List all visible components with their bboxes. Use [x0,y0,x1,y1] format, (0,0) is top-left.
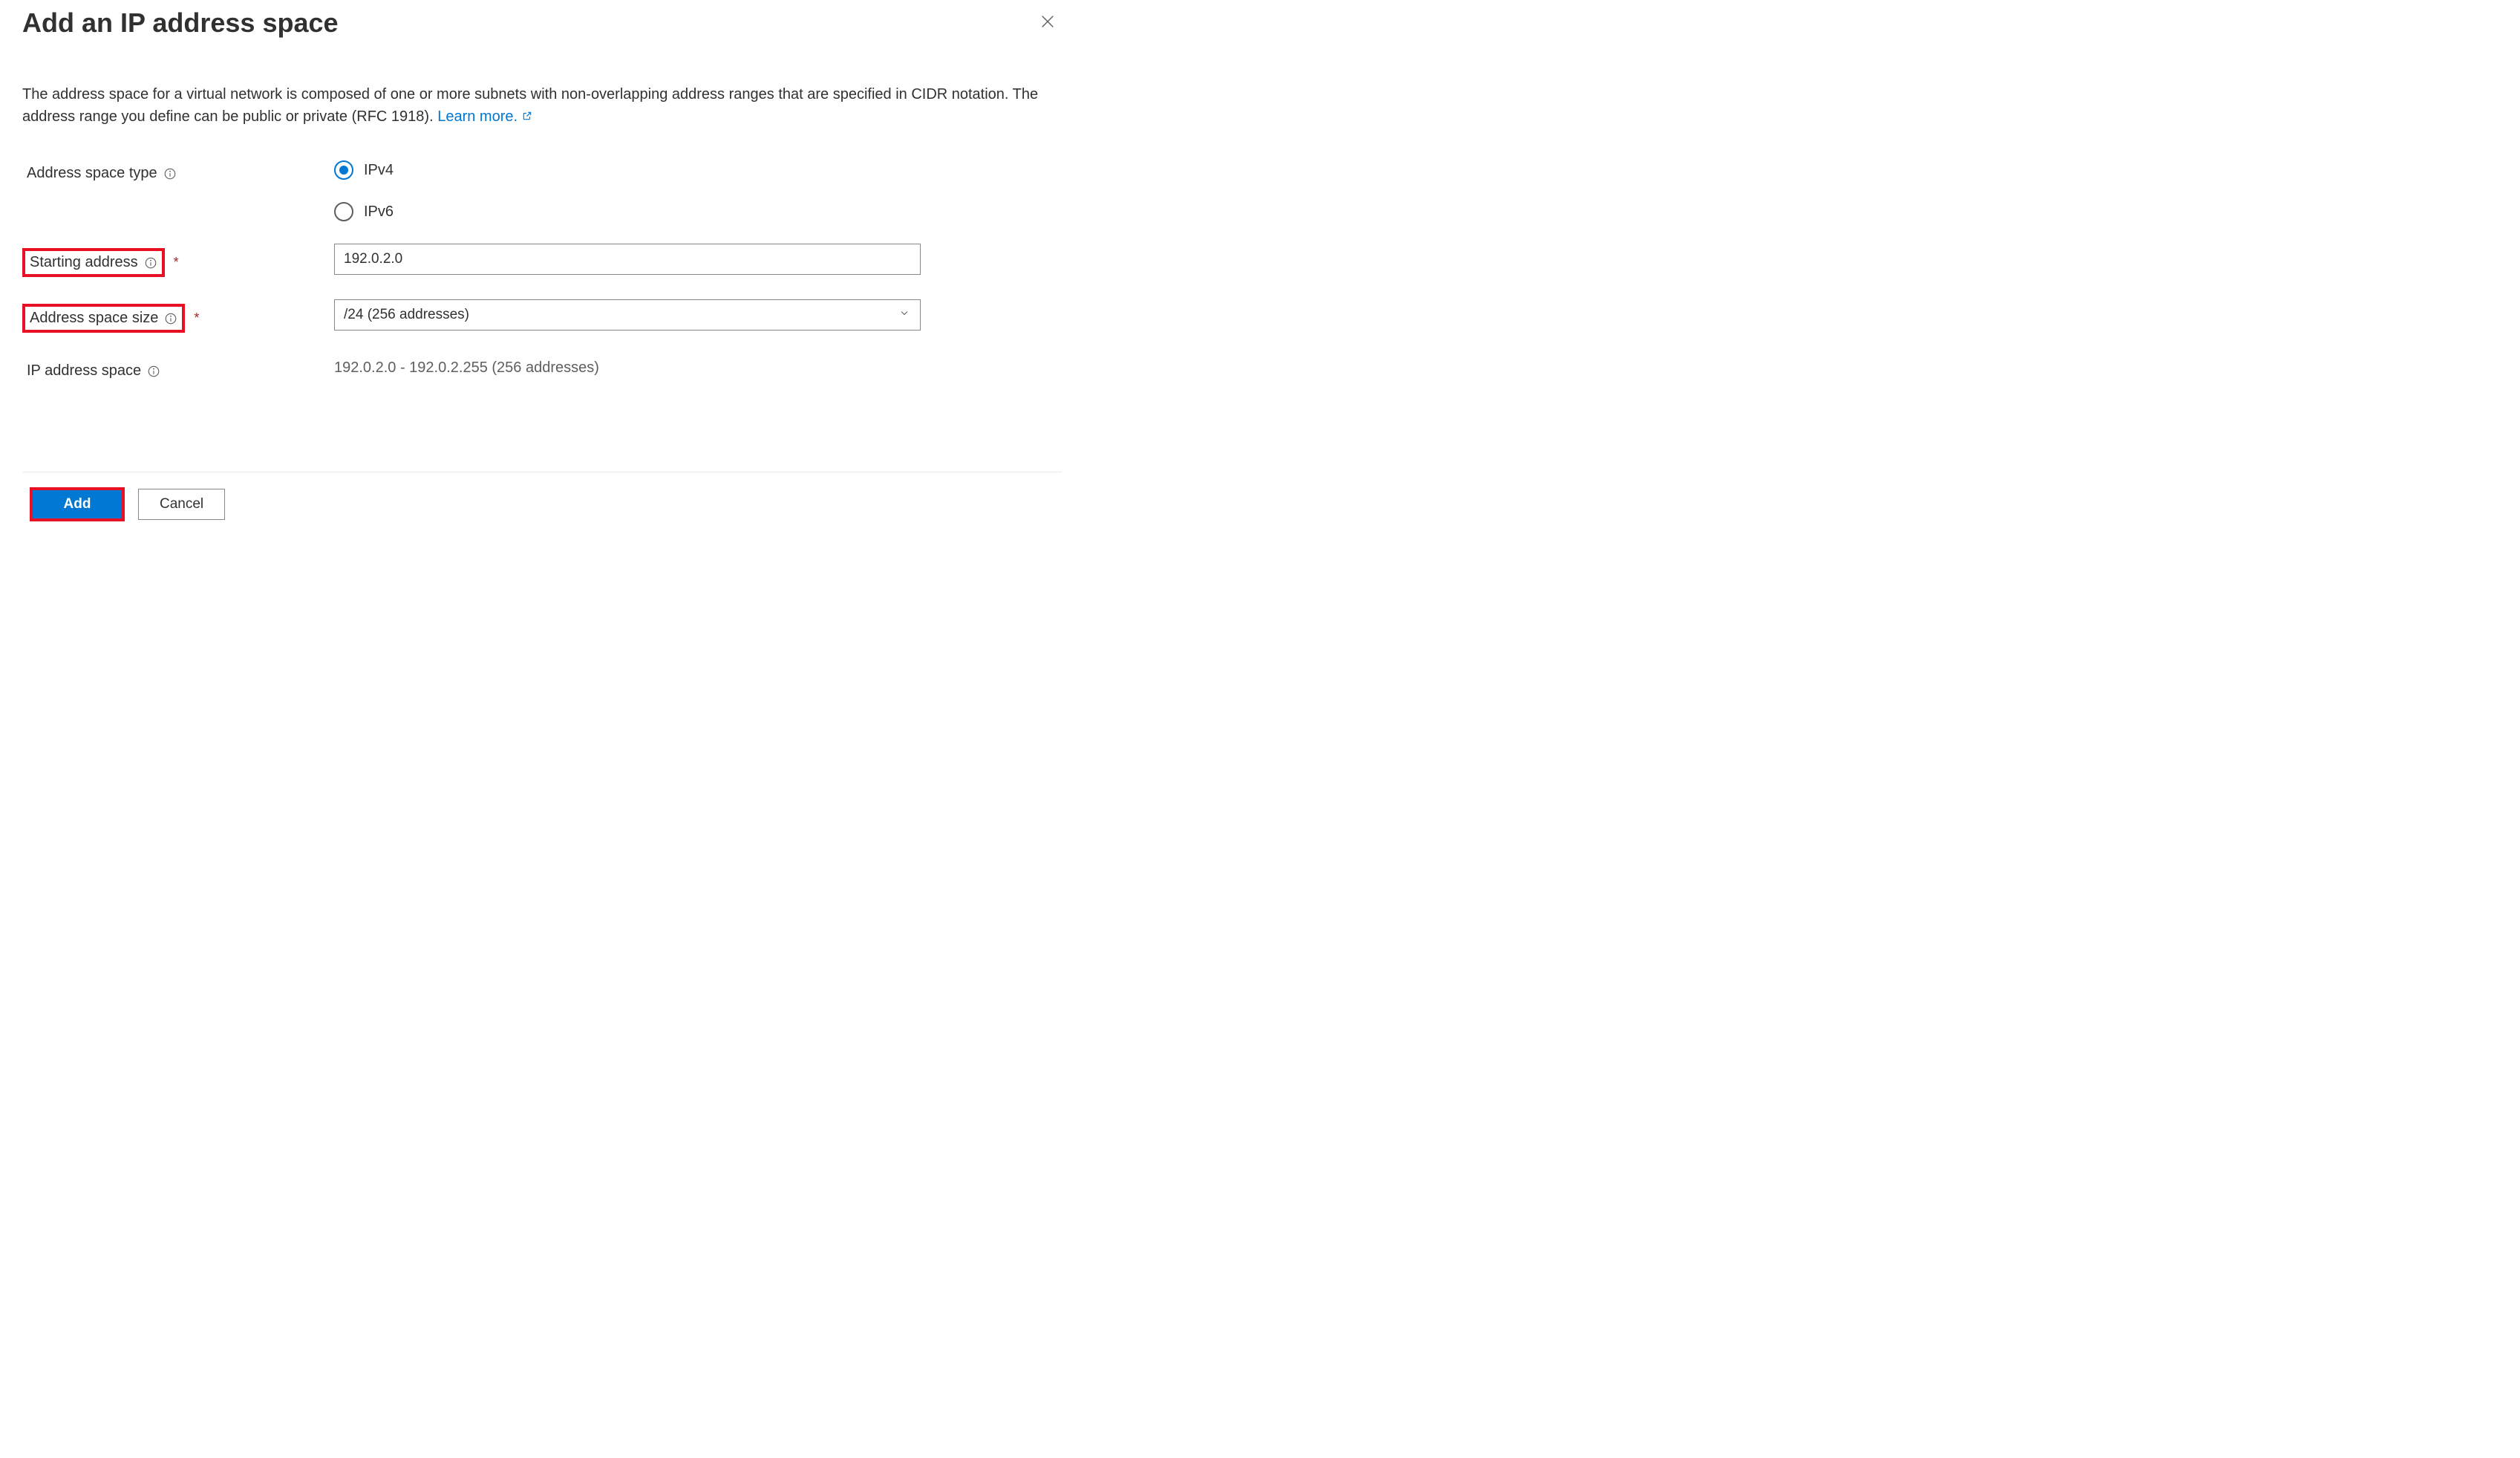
info-icon[interactable] [164,312,177,325]
learn-more-label: Learn more. [437,105,518,128]
row-address-type: Address space type IPv4 IPv6 [22,157,1062,221]
add-button[interactable]: Add [33,490,122,518]
row-ip-space: IP address space 192.0.2.0 - 192.0.2.255… [22,355,1062,383]
external-link-icon [522,105,532,128]
row-starting-address: Starting address * [22,244,1062,277]
learn-more-link[interactable]: Learn more. [437,105,532,128]
radio-icon-checked [334,160,353,180]
label-ip-space: IP address space [22,359,165,383]
label-starting-address-text: Starting address [30,254,138,271]
radio-ipv4[interactable]: IPv4 [334,160,921,180]
radio-ipv6[interactable]: IPv6 [334,202,921,221]
row-space-size: Address space size * /24 (256 addresses) [22,299,1062,333]
label-address-type-text: Address space type [27,165,157,182]
radio-group-address-type: IPv4 IPv6 [334,157,921,221]
description-text: The address space for a virtual network … [22,83,1062,128]
required-indicator: * [174,255,179,270]
label-address-type: Address space type [22,162,181,185]
footer: Add Cancel [22,472,1062,544]
ip-space-value: 192.0.2.0 - 192.0.2.255 (256 addresses) [334,355,921,377]
panel-header: Add an IP address space [22,0,1062,39]
space-size-select[interactable]: /24 (256 addresses) [334,299,921,331]
required-indicator: * [194,310,199,326]
close-icon [1039,13,1056,32]
radio-ipv6-label: IPv6 [364,204,394,221]
label-ip-space-text: IP address space [27,362,141,380]
radio-ipv4-label: IPv4 [364,162,394,179]
starting-address-input[interactable] [334,244,921,275]
panel-title: Add an IP address space [22,7,339,39]
label-space-size-text: Address space size [30,310,158,327]
close-button[interactable] [1034,7,1062,38]
info-icon[interactable] [147,365,160,378]
radio-icon-unchecked [334,202,353,221]
cancel-button[interactable]: Cancel [138,489,225,520]
label-space-size: Address space size [22,304,185,333]
label-starting-address: Starting address [22,248,165,277]
info-icon[interactable] [144,256,157,270]
add-button-highlight: Add [30,487,125,521]
info-icon[interactable] [163,167,177,180]
